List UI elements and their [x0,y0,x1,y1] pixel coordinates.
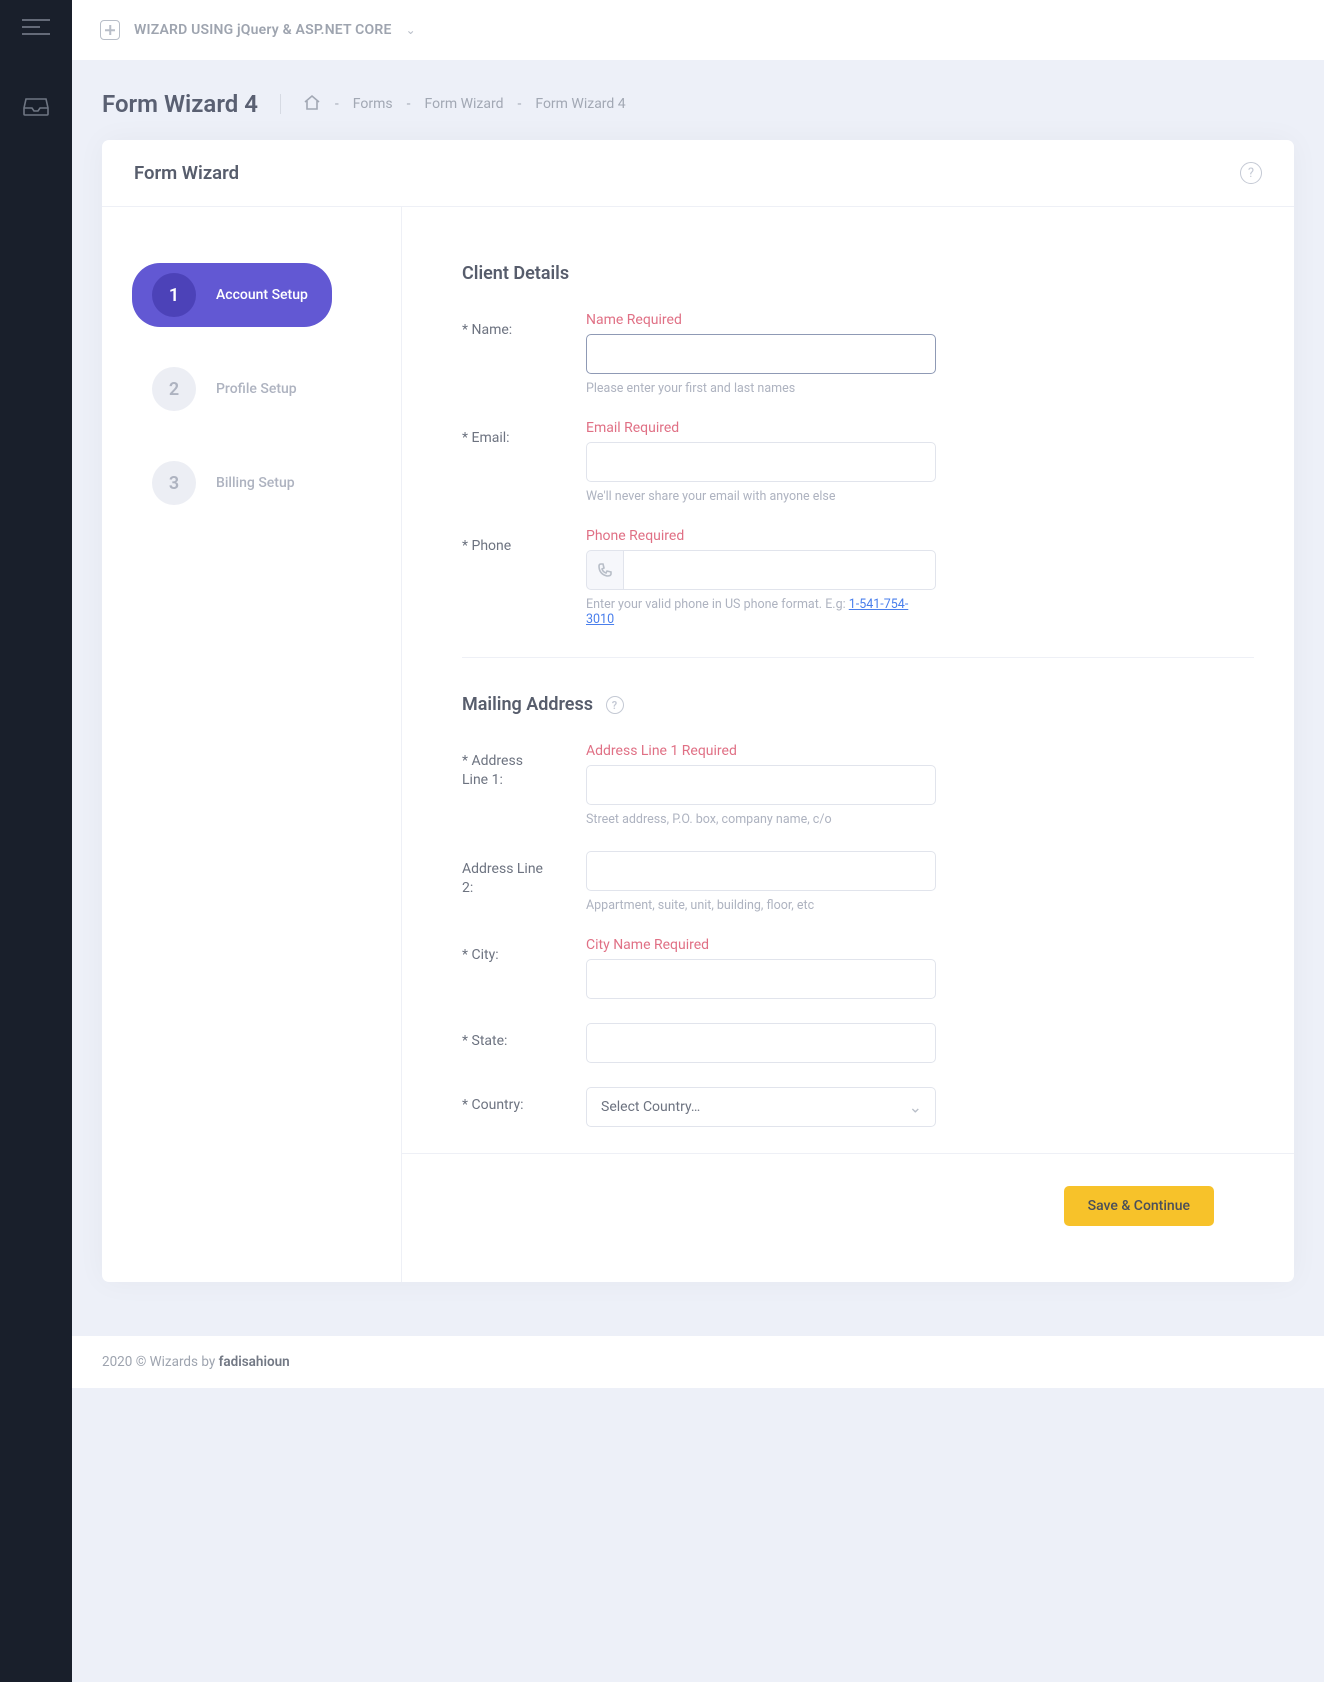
field-help: Enter your valid phone in US phone forma… [586,597,936,627]
field-city: * City: City Name Required [462,937,1254,999]
phone-input[interactable] [623,550,936,590]
form-actions: Save & Continue [462,1186,1254,1226]
form-column: Client Details * Name: Name Required Ple… [402,207,1294,1282]
steps-column: 1 Account Setup 2 Profile Setup 3 Billin… [102,207,402,1282]
name-input[interactable] [586,334,936,374]
field-country: * Country: ⌄ [462,1087,1254,1127]
menu-toggle-icon[interactable] [22,18,50,36]
step-number: 2 [152,367,196,411]
footer: 2020 © Wizards by fadisahioun [72,1336,1324,1388]
wizard-card: Form Wizard ? 1 Account Setup 2 Profile … [102,140,1294,1282]
step-account-setup[interactable]: 1 Account Setup [132,263,332,327]
field-email: * Email: Email Required We'll never shar… [462,420,1254,504]
section-divider [402,1153,1294,1154]
footer-text: 2020 © Wizards by [102,1354,219,1370]
page-title: Form Wizard 4 [102,90,258,118]
field-error: Name Required [586,312,936,328]
breadcrumb-item[interactable]: Forms [353,96,393,112]
field-help: Please enter your first and last names [586,381,936,396]
breadcrumb-item[interactable]: Form Wizard [425,96,504,112]
side-rail [0,0,72,1682]
footer-author: fadisahioun [219,1354,290,1370]
help-icon[interactable]: ? [1240,162,1262,184]
step-label: Account Setup [216,286,308,305]
field-label: * Country: [462,1087,552,1115]
card-body: 1 Account Setup 2 Profile Setup 3 Billin… [102,207,1294,1282]
step-number: 1 [152,273,196,317]
card-title: Form Wizard [134,162,239,184]
section-client-details: Client Details [462,263,1254,284]
field-address-1: * Address Line 1: Address Line 1 Require… [462,743,1254,827]
section-mailing-label: Mailing Address [462,694,593,715]
home-icon[interactable] [303,94,321,114]
main-column: WIZARD USING jQuery & ASP.NET CORE ⌄ For… [72,0,1324,1682]
help-icon[interactable]: ? [606,696,624,714]
country-select[interactable] [586,1087,936,1127]
field-error: City Name Required [586,937,936,953]
field-label: Address Line 2: [462,851,552,898]
topbar-title: WIZARD USING jQuery & ASP.NET CORE [134,22,392,38]
email-input[interactable] [586,442,936,482]
step-label: Profile Setup [216,380,297,399]
field-help: Appartment, suite, unit, building, floor… [586,898,936,913]
field-help: We'll never share your email with anyone… [586,489,936,504]
state-input[interactable] [586,1023,936,1063]
breadcrumb-sep [513,96,525,112]
field-error: Address Line 1 Required [586,743,936,759]
field-label: * State: [462,1023,552,1051]
field-error: Email Required [586,420,936,436]
address1-input[interactable] [586,765,936,805]
field-phone: * Phone Phone Required Ent [462,528,1254,627]
step-label: Billing Setup [216,474,295,493]
field-label: * Name: [462,312,552,340]
inbox-icon[interactable] [23,96,49,116]
field-name: * Name: Name Required Please enter your … [462,312,1254,396]
section-divider [462,657,1254,658]
save-continue-button[interactable]: Save & Continue [1064,1186,1214,1226]
field-help: Street address, P.O. box, company name, … [586,812,936,827]
field-label: * Address Line 1: [462,743,552,790]
step-profile-setup[interactable]: 2 Profile Setup [132,357,332,421]
address2-input[interactable] [586,851,936,891]
phone-icon [586,550,623,590]
field-state: * State: [462,1023,1254,1063]
city-input[interactable] [586,959,936,999]
step-number: 3 [152,461,196,505]
section-mailing-address: Mailing Address ? [462,694,1254,715]
topbar: WIZARD USING jQuery & ASP.NET CORE ⌄ [72,0,1324,60]
field-label: * City: [462,937,552,965]
field-address-2: Address Line 2: Appartment, suite, unit,… [462,851,1254,913]
breadcrumb-item[interactable]: Form Wizard 4 [535,96,625,112]
app-plus-icon[interactable] [100,20,120,40]
title-row: Form Wizard 4 Forms Form Wizard Form Wiz… [72,60,1324,140]
field-label: * Email: [462,420,552,448]
field-help-text: Enter your valid phone in US phone forma… [586,597,849,612]
field-label: * Phone [462,528,552,556]
field-error: Phone Required [586,528,936,544]
card-header: Form Wizard ? [102,140,1294,207]
chevron-down-icon[interactable]: ⌄ [406,23,416,37]
breadcrumb-sep [331,96,343,112]
breadcrumb: Forms Form Wizard Form Wizard 4 [280,94,626,114]
step-billing-setup[interactable]: 3 Billing Setup [132,451,332,515]
breadcrumb-sep [403,96,415,112]
